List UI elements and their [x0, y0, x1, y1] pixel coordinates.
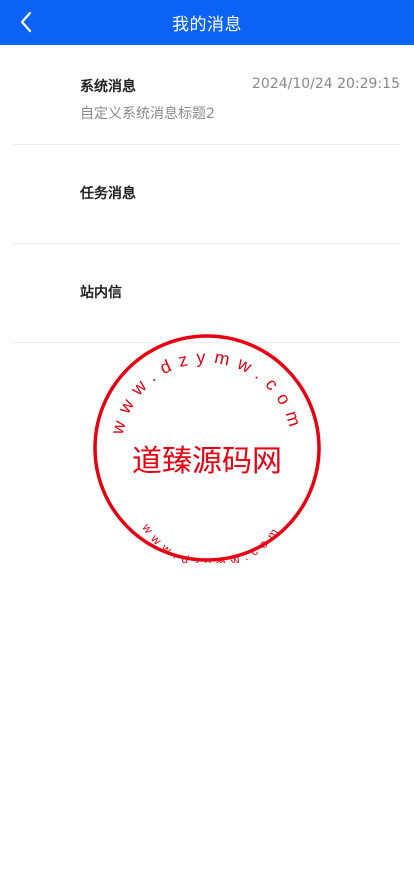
watermark-stamp: www.dzymw.com 道臻源码网 www.dzymw.com — [93, 334, 321, 563]
page-title: 我的消息 — [172, 15, 242, 35]
message-item-title: 系统消息 — [80, 79, 136, 95]
message-list: 系统消息 2024/10/24 20:29:15 自定义系统消息标题2 任务消息… — [0, 45, 414, 343]
top-nav-bar: 我的消息 — [0, 0, 414, 45]
message-item-title: 站内信 — [80, 285, 122, 301]
watermark-center-text: 道臻源码网 — [132, 444, 282, 479]
watermark-inner-text: www.dzymw.com — [139, 520, 279, 563]
message-item-station[interactable]: 站内信 — [12, 244, 400, 343]
message-item-task[interactable]: 任务消息 — [12, 145, 400, 244]
message-item-title: 任务消息 — [80, 186, 136, 202]
message-item-time: 2024/10/24 20:29:15 — [251, 76, 400, 92]
message-item-subtitle: 自定义系统消息标题2 — [80, 106, 215, 122]
message-item-system[interactable]: 系统消息 2024/10/24 20:29:15 自定义系统消息标题2 — [12, 45, 400, 145]
svg-text:www.dzymw.com: www.dzymw.com — [139, 520, 285, 563]
